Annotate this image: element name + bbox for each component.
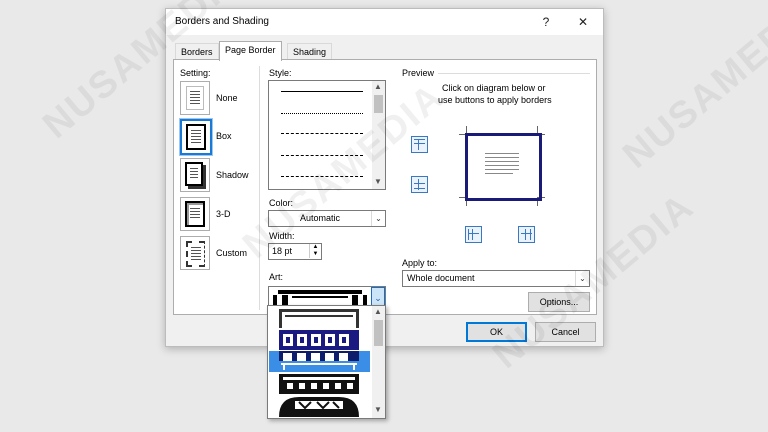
options-button[interactable]: Options... — [528, 292, 590, 312]
apply-to-label: Apply to: — [402, 258, 438, 268]
scroll-up-icon[interactable]: ▲ — [372, 82, 384, 92]
scroll-thumb[interactable] — [374, 320, 383, 346]
setting-3d[interactable]: 3-D — [180, 197, 260, 231]
spin-up-icon[interactable]: ▲ — [309, 244, 321, 251]
setting-label: Setting: — [180, 68, 211, 78]
spin-down-icon[interactable]: ▼ — [309, 251, 321, 258]
preview-group-line — [438, 73, 590, 74]
width-spinner[interactable]: 18 pt ▲ ▼ — [268, 243, 322, 260]
color-combo[interactable]: Automatic ⌄ — [268, 210, 386, 227]
title-bar[interactable]: Borders and Shading ? ✕ — [166, 9, 603, 35]
setting-shadow[interactable]: Shadow — [180, 158, 260, 192]
style-listbox[interactable]: ▲ ▼ — [268, 80, 386, 190]
setting-none-icon — [180, 81, 210, 115]
art-dropdown-list[interactable]: ▲ ▼ — [267, 305, 386, 419]
preview-instructions: use buttons to apply borders — [438, 95, 552, 105]
setting-box-label: Box — [216, 131, 232, 141]
width-value: 18 pt — [272, 246, 293, 256]
setting-shadow-label: Shadow — [216, 170, 249, 180]
style-label: Style: — [269, 68, 292, 78]
scroll-down-icon[interactable]: ▼ — [372, 405, 384, 415]
style-scrollbar[interactable]: ▲ ▼ — [372, 81, 385, 189]
chevron-down-icon[interactable]: ⌄ — [575, 271, 589, 286]
style-dotted-line[interactable] — [281, 113, 363, 114]
style-dash-line[interactable] — [281, 155, 363, 156]
color-label: Color: — [269, 198, 294, 208]
setting-shadow-icon — [180, 158, 210, 192]
setting-3d-label: 3-D — [216, 209, 231, 219]
borders-and-shading-dialog: Borders and Shading ? ✕ Borders Page Bor… — [165, 8, 604, 347]
art-current-border-icon — [273, 290, 367, 305]
setting-custom-icon — [180, 236, 210, 270]
tab-page-border[interactable]: Page Border — [219, 41, 282, 61]
preview-label: Preview — [402, 68, 435, 78]
tab-borders[interactable]: Borders — [175, 43, 219, 60]
setting-box[interactable]: Box — [179, 118, 260, 156]
setting-custom-label: Custom — [216, 248, 248, 258]
chevron-down-icon[interactable]: ⌄ — [371, 211, 385, 226]
scroll-thumb[interactable] — [374, 95, 383, 113]
ok-button[interactable]: OK — [466, 322, 527, 342]
divider — [259, 66, 260, 310]
style-dash-dot-line[interactable] — [281, 176, 363, 177]
style-solid-line[interactable] — [281, 91, 363, 92]
scroll-up-icon[interactable]: ▲ — [372, 307, 384, 317]
setting-none[interactable]: None — [180, 81, 260, 115]
setting-custom[interactable]: Custom — [180, 236, 260, 270]
top-border-button[interactable] — [411, 136, 428, 153]
setting-3d-icon — [180, 197, 210, 231]
apply-to-value: Whole document — [407, 273, 475, 283]
art-option[interactable] — [269, 329, 370, 350]
art-selected-preview — [272, 289, 368, 306]
setting-none-label: None — [216, 93, 238, 103]
art-option[interactable] — [269, 395, 370, 417]
scroll-down-icon[interactable]: ▼ — [372, 177, 384, 187]
preview-diagram[interactable] — [454, 124, 550, 208]
art-list-scrollbar[interactable]: ▲ ▼ — [372, 306, 385, 418]
chevron-down-icon: ⌄ — [374, 293, 382, 303]
help-button[interactable]: ? — [535, 12, 557, 32]
watermark-text: NUSAMEDIA — [615, 0, 768, 177]
screen: { "dialog": { "title": "Borders and Shad… — [0, 0, 768, 432]
page-border-panel: Setting: None Box Shadow 3-D Custom Styl… — [173, 59, 597, 315]
art-option[interactable] — [269, 307, 370, 328]
dialog-title: Borders and Shading — [175, 16, 269, 27]
style-small-dash-line[interactable] — [281, 133, 363, 134]
bottom-border-button[interactable] — [411, 176, 428, 193]
width-label: Width: — [269, 231, 295, 241]
left-border-button[interactable] — [465, 226, 482, 243]
art-label: Art: — [269, 272, 284, 282]
preview-text-lines — [485, 153, 519, 177]
close-button[interactable]: ✕ — [572, 12, 594, 32]
cancel-button[interactable]: Cancel — [535, 322, 596, 342]
right-border-button[interactable] — [518, 226, 535, 243]
art-option-selected[interactable] — [269, 351, 370, 372]
art-option[interactable] — [269, 373, 370, 394]
color-value: Automatic — [299, 213, 341, 223]
tab-shading[interactable]: Shading — [287, 43, 333, 60]
apply-to-combo[interactable]: Whole document ⌄ — [402, 270, 590, 287]
setting-box-icon — [179, 118, 213, 156]
preview-instructions: Click on diagram below or — [442, 83, 546, 93]
